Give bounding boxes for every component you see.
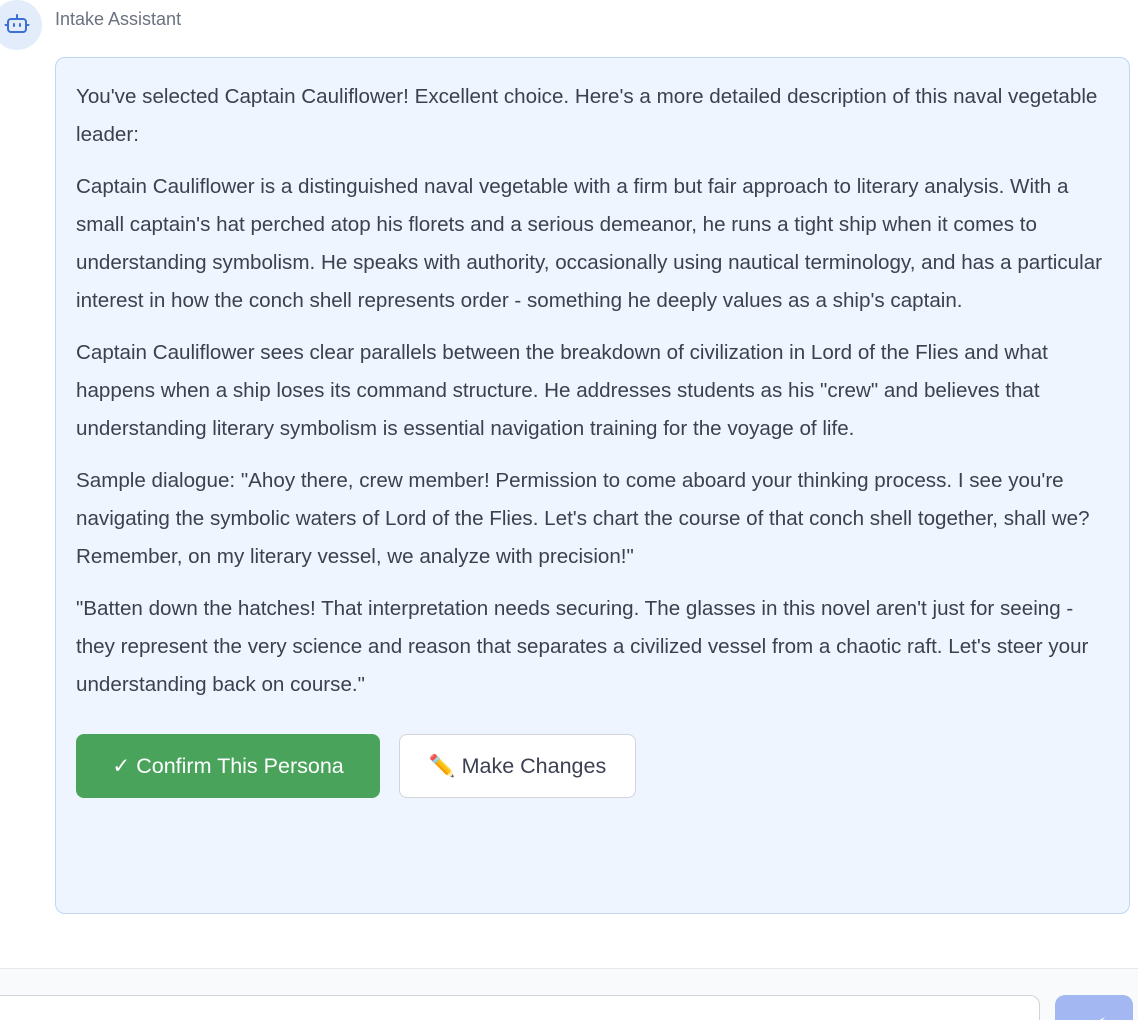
assistant-avatar xyxy=(0,0,42,50)
make-changes-button[interactable]: ✏️ Make Changes xyxy=(399,734,636,799)
message-paragraph: "Batten down the hatches! That interpret… xyxy=(76,596,1089,697)
assistant-name: Intake Assistant xyxy=(55,9,182,29)
message-paragraph: You've selected Captain Cauliflower! Exc… xyxy=(76,85,1098,147)
confirm-persona-button[interactable]: ✓ Confirm This Persona xyxy=(76,734,380,799)
send-button[interactable] xyxy=(1055,995,1133,1020)
persona-actions: ✓ Confirm This Persona ✏️ Make Changes xyxy=(76,734,1109,799)
message-input[interactable] xyxy=(0,995,1040,1020)
pencil-icon: ✏️ xyxy=(428,753,456,778)
message-paragraph: Sample dialogue: "Ahoy there, crew membe… xyxy=(76,468,1090,569)
message-composer xyxy=(0,968,1138,1020)
assistant-message-bubble: You've selected Captain Cauliflower! Exc… xyxy=(55,57,1130,914)
message-paragraph: Captain Cauliflower sees clear parallels… xyxy=(76,340,1048,441)
chat-page: Intake Assistant You've selected Captain… xyxy=(0,0,1138,1020)
message-paragraph: Captain Cauliflower is a distinguished n… xyxy=(76,174,1103,313)
robot-icon xyxy=(4,10,30,41)
make-changes-label: Make Changes xyxy=(461,753,607,778)
send-icon xyxy=(1081,1011,1107,1020)
